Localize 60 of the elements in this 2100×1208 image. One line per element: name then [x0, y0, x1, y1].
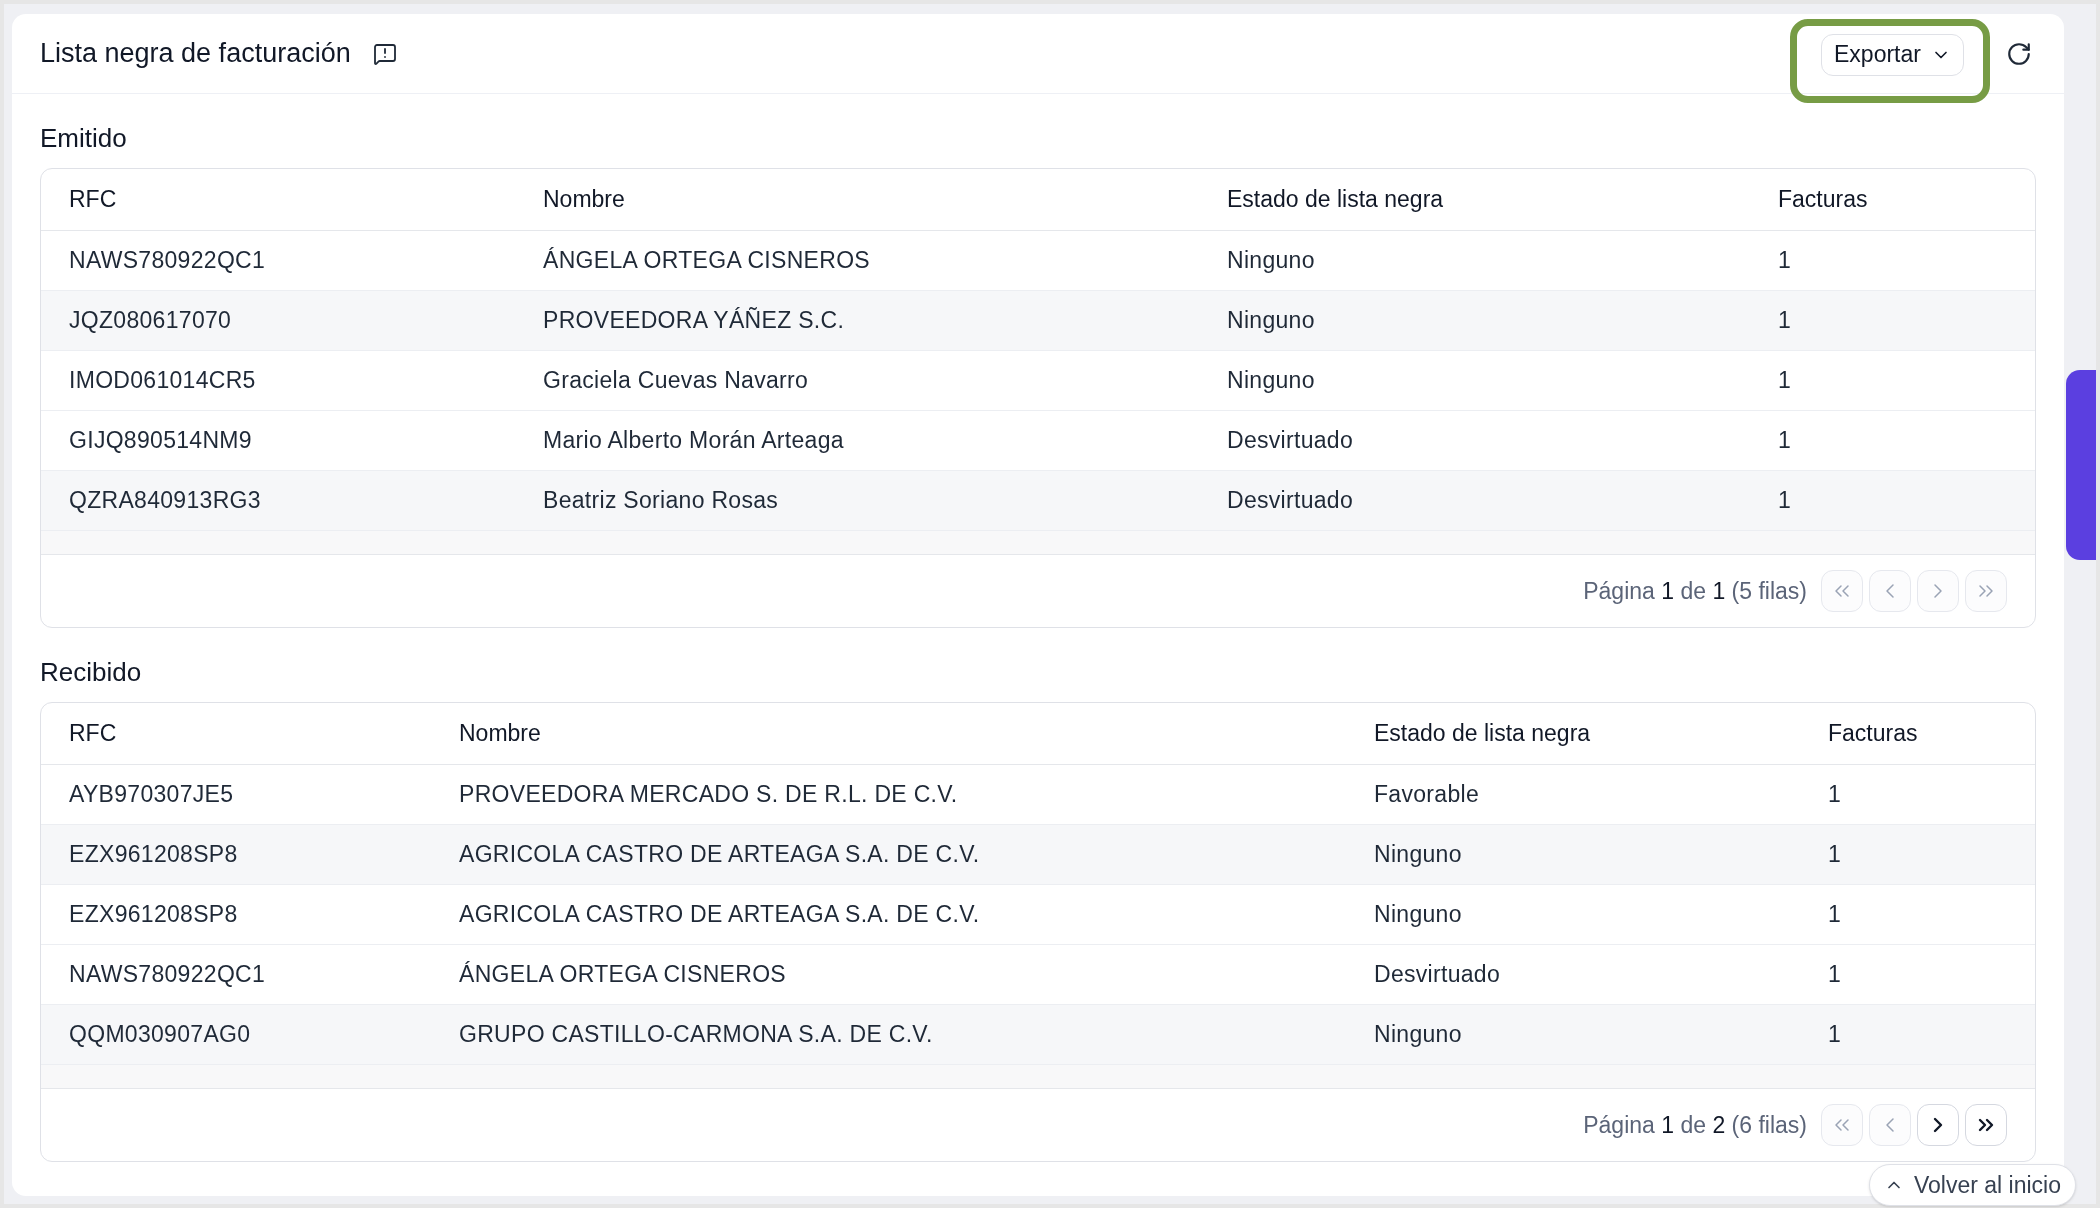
table-cell: Ninguno — [1227, 307, 1315, 334]
next-page-button[interactable] — [1917, 1104, 1959, 1146]
table-cell: GIJQ890514NM9 — [69, 427, 252, 454]
export-button[interactable]: Exportar — [1821, 33, 1964, 76]
table-cell: 1 — [1778, 487, 1792, 514]
feedback-icon[interactable] — [372, 41, 397, 66]
table-cell: 1 — [1778, 427, 1792, 454]
table-cell: Ninguno — [1374, 1021, 1462, 1048]
table-cell: AGRICOLA CASTRO DE ARTEAGA S.A. DE C.V. — [459, 901, 980, 928]
table-cell: Graciela Cuevas Navarro — [543, 367, 809, 394]
pagination-info: Página 1 de 2 (6 filas) — [1583, 1110, 1807, 1140]
table-cell: Mario Alberto Morán Arteaga — [543, 427, 844, 454]
last-page-button[interactable] — [1965, 1104, 2007, 1146]
table-cell: 1 — [1828, 961, 1842, 988]
table-cell: Ninguno — [1227, 367, 1315, 394]
table-cell: NAWS780922QC1 — [69, 961, 266, 988]
table-cell: AGRICOLA CASTRO DE ARTEAGA S.A. DE C.V. — [459, 841, 980, 868]
column-header: Nombre — [459, 720, 541, 747]
pagination-info: Página 1 de 1 (5 filas) — [1583, 576, 1807, 606]
page-title: Lista negra de facturación — [40, 37, 351, 71]
refresh-icon[interactable] — [2006, 40, 2032, 67]
section-title: Recibido — [40, 656, 142, 689]
back-to-top-button[interactable]: Volver al inicio — [1868, 1164, 2076, 1206]
column-header: Facturas — [1778, 186, 1868, 213]
column-header: RFC — [69, 186, 117, 213]
table-cell: 1 — [1828, 901, 1842, 928]
table-cell: EZX961208SP8 — [69, 841, 238, 868]
table-cell: Ninguno — [1374, 901, 1462, 928]
table-cell: Desvirtuado — [1374, 961, 1501, 988]
table-cell: JQZ080617070 — [69, 307, 232, 334]
section-title: Emitido — [40, 122, 127, 155]
table-cell: QZRA840913RG3 — [69, 487, 261, 514]
table-cell: 1 — [1828, 1021, 1842, 1048]
column-header: Estado de lista negra — [1374, 720, 1591, 747]
column-header: Facturas — [1828, 720, 1918, 747]
table-cell: Favorable — [1374, 781, 1479, 808]
table-cell: 1 — [1828, 781, 1842, 808]
table-cell: GRUPO CASTILLO-CARMONA S.A. DE C.V. — [459, 1021, 933, 1048]
table-cell: QQM030907AG0 — [69, 1021, 251, 1048]
table-cell: 1 — [1778, 367, 1792, 394]
table-cell: EZX961208SP8 — [69, 901, 238, 928]
table-cell: Ninguno — [1374, 841, 1462, 868]
table-cell: Beatriz Soriano Rosas — [543, 487, 779, 514]
table-cell: PROVEEDORA YÁÑEZ S.C. — [543, 307, 845, 334]
table-cell: AYB970307JE5 — [69, 781, 234, 808]
side-tab[interactable] — [2066, 370, 2096, 560]
table-cell: 1 — [1828, 841, 1842, 868]
table-cell: ÁNGELA ORTEGA CISNEROS — [543, 247, 870, 274]
column-header: RFC — [69, 720, 117, 747]
column-header: Nombre — [543, 186, 625, 213]
table-cell: 1 — [1778, 307, 1792, 334]
table-cell: 1 — [1778, 247, 1792, 274]
table-cell: ÁNGELA ORTEGA CISNEROS — [459, 961, 786, 988]
table-cell: Desvirtuado — [1227, 427, 1354, 454]
table-cell: IMOD061014CR5 — [69, 367, 256, 394]
column-header: Estado de lista negra — [1227, 186, 1444, 213]
table-cell: Desvirtuado — [1227, 487, 1354, 514]
table-cell: NAWS780922QC1 — [69, 247, 266, 274]
table-cell: Ninguno — [1227, 247, 1315, 274]
table-cell: PROVEEDORA MERCADO S. DE R.L. DE C.V. — [459, 781, 958, 808]
